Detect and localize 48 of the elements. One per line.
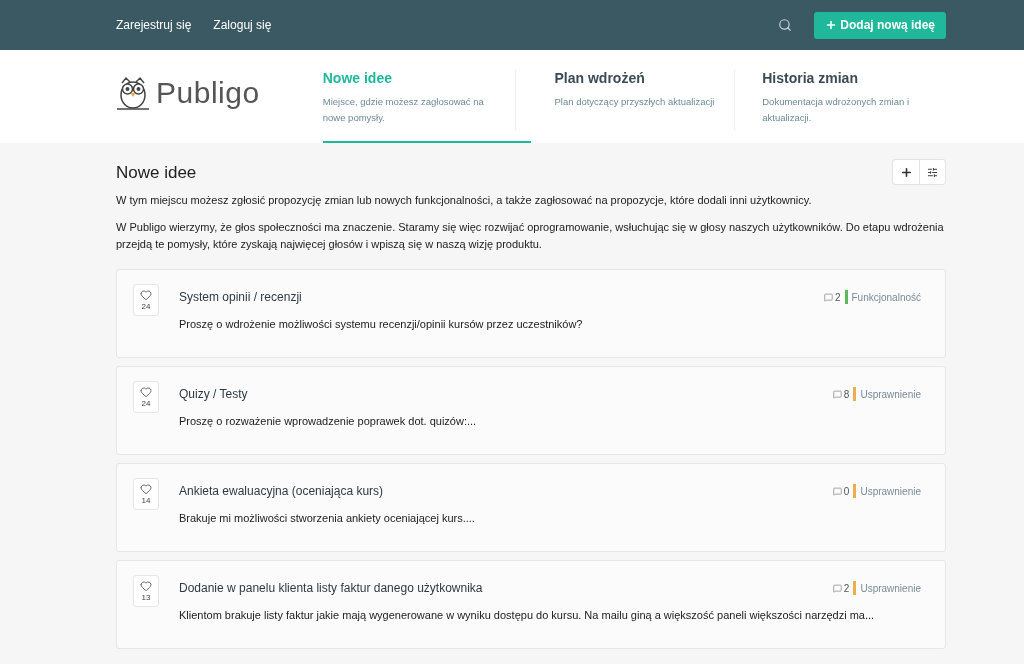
comment-icon (832, 486, 842, 496)
idea-excerpt: Klientom brakuje listy faktur jakie mają wygenerowane w wyniku dostępu do kursu. Na mailu giną a większość paneli większości narzędzi ma... (179, 609, 876, 621)
category-label: Usprawnienie (860, 582, 921, 594)
idea-title[interactable]: Dodanie w panelu klienta listy faktur danego użytkownika (179, 581, 833, 595)
tab-title: Historia zmian (762, 70, 859, 86)
idea-excerpt: Brakuje mi możliwości stworzenia ankiety oceniającej kurs.... (179, 512, 476, 524)
nav-link[interactable]: Zaloguj się (213, 18, 272, 32)
tab-description: Plan dotyczący przyszłych aktualizacji (554, 95, 715, 109)
vote-button[interactable]: 13 (133, 575, 159, 607)
nav-link[interactable]: Zarejestruj się (116, 18, 192, 32)
filter-icon (927, 166, 938, 178)
heart-icon (140, 580, 152, 592)
idea-title[interactable]: System opinii / recenzji (179, 290, 824, 304)
comment-count: 8 (832, 388, 850, 400)
intro-paragraph: W Publigo wierzymy, że głos społeczności ma znaczenie. Staramy się więc rozwijać oprogramowanie, wsłuchując się w głosy naszych użytkowników. Do etapu wdrożenia przejdą te pomysły, które zyskają najwięcej głosów i wpiszą się w naszą wizję produktu. (116, 220, 945, 252)
logo-text: Publigo (156, 76, 260, 110)
category-label: Usprawnienie (860, 388, 921, 400)
tab-description: Dokumentacja wdrożonych zmian i aktualizacji. (762, 95, 911, 125)
comment-icon (832, 583, 842, 593)
nav-tab[interactable]: Historia zmian Dokumentacja wdrożonych zmian i aktualizacji. (738, 50, 946, 143)
heart-icon (140, 386, 152, 398)
tab-title: Plan wdrożeń (554, 70, 646, 86)
idea-excerpt: Proszę o wdrożenie możliwości systemu recenzji/opinii kursów przez uczestników? (179, 318, 584, 330)
vote-button[interactable]: 24 (133, 381, 159, 413)
plus-icon (899, 165, 913, 179)
plus-icon (825, 19, 838, 31)
intro-paragraph: W tym miejscu możesz zgłosić propozycję zmian lub nowych funkcjonalności, a także zagłosować na propozycje, które dodali inni użytkownicy. (116, 193, 813, 208)
comment-icon (832, 389, 842, 399)
category-label: Funkcjonalność (851, 291, 921, 303)
vote-button[interactable]: 24 (133, 284, 159, 316)
tab-description: Miejsce, gdzie możesz zagłosować na nowe pomysły. (322, 95, 485, 125)
vote-button[interactable]: 14 (133, 478, 159, 510)
comment-count: 2 (832, 582, 850, 594)
nav-tab[interactable]: Plan wdrożeń Plan dotyczący przyszłych aktualizacji (530, 50, 739, 143)
idea-title[interactable]: Quizy / Testy (179, 387, 833, 401)
category-label: Usprawnienie (860, 485, 921, 497)
comment-count: 0 (832, 485, 850, 497)
tab-title: Nowe idee (322, 70, 393, 86)
heart-icon (140, 289, 152, 301)
nav-tab[interactable]: Nowe idee Miejsce, gdzie możesz zagłosować na nowe pomysły. (322, 50, 531, 143)
comment-count: 2 (823, 291, 841, 303)
idea-title[interactable]: Ankieta ewaluacyjna (oceniająca kurs) (179, 484, 833, 498)
search-icon[interactable] (778, 18, 793, 32)
page-title: Nowe idee (116, 163, 197, 183)
idea-excerpt: Proszę o rozważenie wprowadzenie poprawek dot. quizów:... (179, 415, 478, 427)
owl-icon (116, 75, 150, 111)
heart-icon (140, 483, 152, 495)
comment-icon (823, 292, 833, 302)
